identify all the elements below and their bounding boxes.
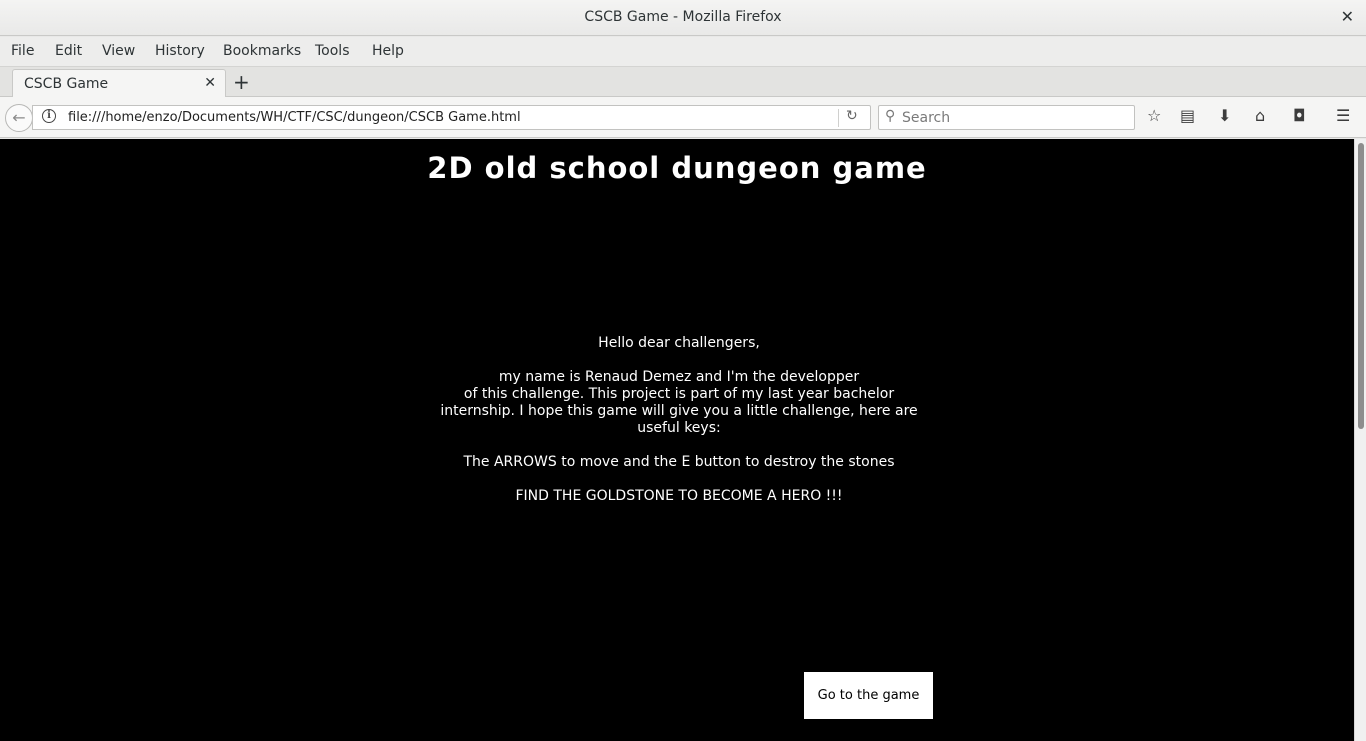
menu-history[interactable]: History [155, 43, 205, 59]
intro-line-3: internship. I hope this game will give y… [440, 403, 918, 419]
menu-file[interactable]: File [11, 43, 34, 59]
menu-help[interactable]: Help [372, 43, 404, 59]
download-icon[interactable]: ⬇ [1218, 106, 1231, 125]
go-to-game-button[interactable]: Go to the game [804, 672, 933, 719]
page-scrollbar[interactable] [1354, 139, 1366, 741]
menu-bookmarks[interactable]: Bookmarks [223, 43, 301, 59]
search-input[interactable] [902, 108, 1127, 127]
window-titlebar: CSCB Game - Mozilla Firefox ✕ [0, 0, 1366, 36]
intro-line-1: my name is Renaud Demez and I'm the deve… [498, 369, 860, 385]
url-bar[interactable]: i file:///home/enzo/Documents/WH/CTF/CSC… [32, 105, 871, 130]
menu-bar: File Edit View History Bookmarks Tools H… [0, 37, 1366, 67]
navigation-bar: ← i file:///home/enzo/Documents/WH/CTF/C… [0, 97, 1366, 138]
hamburger-menu-icon[interactable]: ☰ [1336, 106, 1350, 125]
keys-text: The ARROWS to move and the E button to d… [463, 454, 895, 470]
new-tab-icon[interactable]: + [233, 70, 250, 94]
intro-text: Hello dear challengers, my name is Renau… [425, 335, 933, 505]
back-arrow-icon[interactable]: ← [5, 104, 33, 132]
intro-line-4: useful keys: [637, 420, 721, 436]
reading-list-icon[interactable]: ▤ [1180, 106, 1195, 125]
intro-line-2: of this challenge. This project is part … [463, 386, 895, 402]
search-bar[interactable]: ⚲ [878, 105, 1135, 130]
menu-tools[interactable]: Tools [315, 43, 350, 59]
bookmark-star-icon[interactable]: ☆ [1147, 106, 1161, 125]
home-icon[interactable]: ⌂ [1255, 106, 1265, 125]
tab-title: CSCB Game [24, 76, 109, 92]
greeting-text: Hello dear challengers, [598, 335, 760, 351]
tab-cscb-game[interactable]: CSCB Game ✕ [12, 69, 226, 98]
menu-edit[interactable]: Edit [55, 43, 82, 59]
tab-bar: CSCB Game ✕ + [0, 67, 1366, 98]
reload-icon[interactable]: ↻ [846, 108, 858, 124]
goal-text: FIND THE GOLDSTONE TO BECOME A HERO !!! [515, 488, 843, 504]
page-content: 2D old school dungeon game Hello dear ch… [0, 139, 1354, 741]
search-icon: ⚲ [885, 108, 896, 124]
url-text[interactable]: file:///home/enzo/Documents/WH/CTF/CSC/d… [68, 110, 521, 125]
url-separator [838, 109, 839, 127]
pocket-icon[interactable]: ◘ [1293, 106, 1306, 125]
menu-view[interactable]: View [102, 43, 135, 59]
tab-close-icon[interactable]: ✕ [204, 75, 216, 91]
window-close-icon[interactable]: ✕ [1341, 7, 1354, 26]
site-info-icon[interactable]: i [42, 109, 56, 123]
page-title: 2D old school dungeon game [427, 151, 927, 185]
window-title: CSCB Game - Mozilla Firefox [584, 9, 782, 25]
scrollbar-thumb[interactable] [1358, 143, 1364, 429]
